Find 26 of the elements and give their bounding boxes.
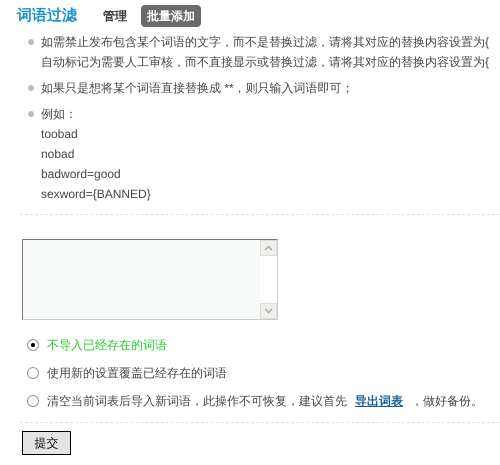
radio-button[interactable]: [27, 394, 39, 406]
option-label: 不导入已经存在的词语: [47, 336, 167, 354]
bullet-icon: [28, 84, 34, 90]
tip-text: 自动标记为需要人工审核，而不直接显示或替换过滤，请将其对应的替换内容设置为{: [41, 54, 490, 70]
option-label: 清空当前词表后导入新词语，此操作不可恢复，建议首先: [47, 392, 347, 410]
tip-text: 如果只是想将某个词语直接替换成 **，则只输入词语即可；: [41, 80, 354, 96]
submit-button[interactable]: 提交: [22, 430, 71, 454]
tip-text: badword=good: [41, 166, 122, 182]
page-title: 词语过滤: [17, 6, 77, 26]
option-label: 使用新的设置覆盖已经存在的词语: [47, 364, 227, 382]
radio-button[interactable]: [27, 338, 39, 350]
scroll-down-icon[interactable]: [260, 302, 277, 318]
bullet-icon: [28, 38, 34, 44]
tip-text: nobad: [41, 146, 76, 162]
bullet-icon: [28, 110, 34, 116]
scroll-up-icon[interactable]: [260, 240, 277, 256]
export-link[interactable]: 导出词表: [355, 392, 403, 410]
tab[interactable]: 批量添加: [141, 5, 201, 28]
word-list-textarea[interactable]: [22, 238, 278, 320]
tab[interactable]: 管理: [101, 5, 129, 28]
option-label: ，做好备份。: [411, 392, 483, 410]
radio-button[interactable]: [27, 366, 39, 378]
tip-text: 如需禁止发布包含某个词语的文字，而不是替换过滤，请将其对应的替换内容设置为{: [41, 34, 490, 50]
tip-text: sexword={BANNED}: [41, 186, 151, 202]
tip-text: 例如：: [41, 106, 78, 122]
tip-text: toobad: [41, 126, 79, 142]
